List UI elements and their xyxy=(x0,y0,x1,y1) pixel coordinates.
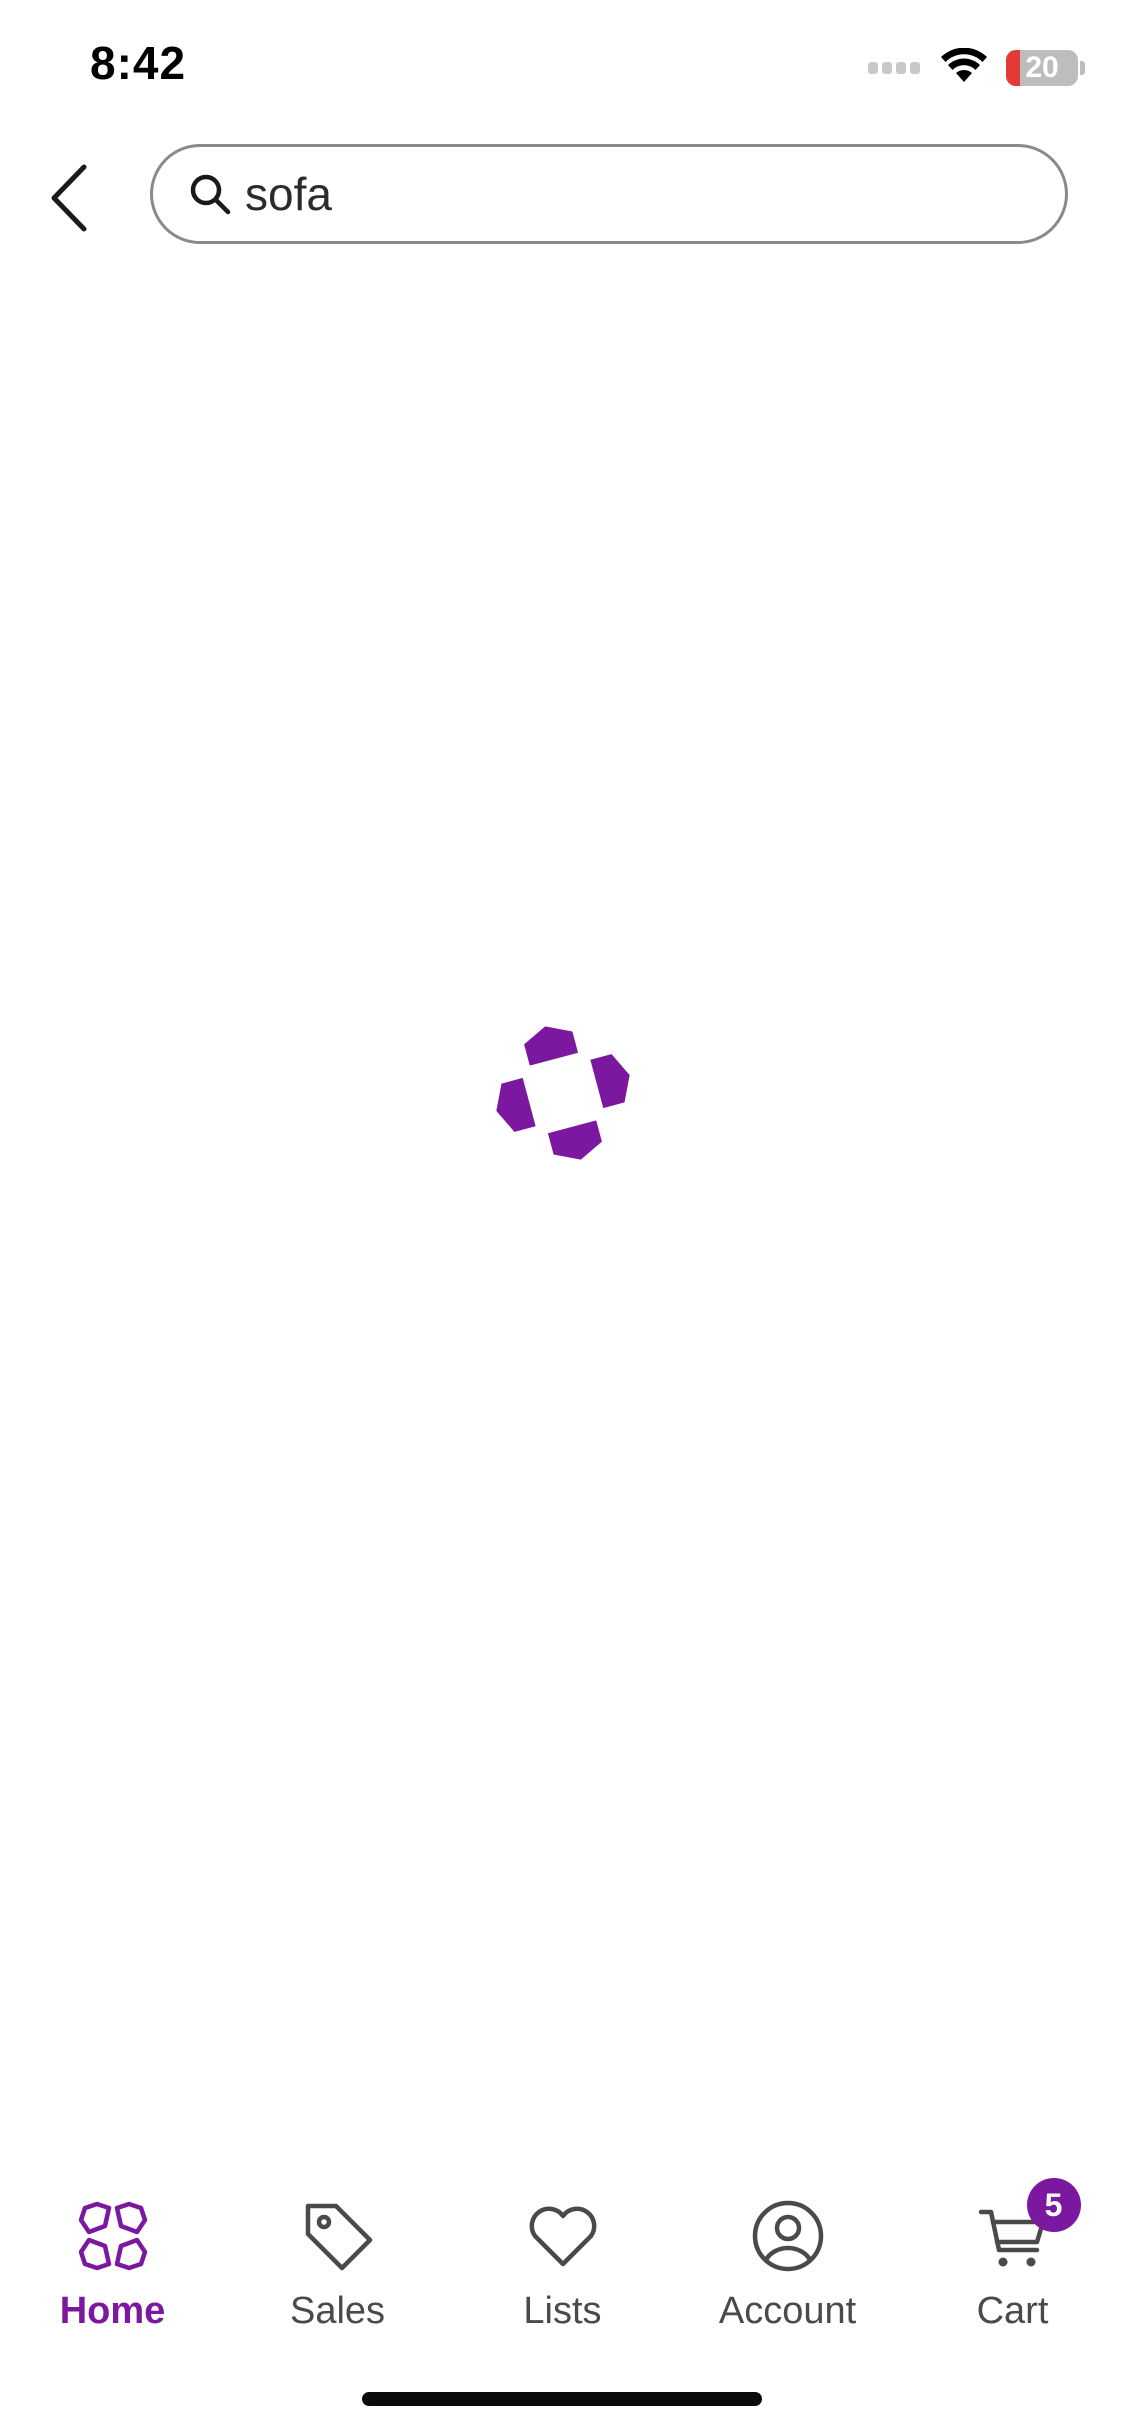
wayfair-spinner-icon xyxy=(488,1026,638,1172)
tab-home-label: Home xyxy=(59,2290,166,2332)
cart-count-badge: 5 xyxy=(1026,2178,1081,2232)
tab-cart[interactable]: 5 Cart xyxy=(900,2178,1125,2340)
tab-lists[interactable]: Lists xyxy=(450,2180,675,2340)
home-indicator[interactable] xyxy=(362,2392,762,2406)
battery-tip xyxy=(1080,61,1085,75)
tab-sales-label: Sales xyxy=(289,2290,386,2332)
search-header: sofa xyxy=(0,140,1125,260)
tag-icon xyxy=(296,2194,380,2278)
account-icon xyxy=(746,2194,830,2278)
back-button[interactable] xyxy=(30,160,110,240)
heart-icon xyxy=(521,2194,605,2278)
status-bar: 8:42 20 xyxy=(0,0,1125,130)
cart-icon: 5 xyxy=(971,2178,1081,2278)
battery-fill xyxy=(1006,50,1021,86)
chevron-left-icon xyxy=(48,163,92,238)
screen: 8:42 20 sofa Home Sales Lists Account 5 … xyxy=(0,0,1125,2436)
battery-level: 20 xyxy=(1025,51,1059,84)
search-bar[interactable]: sofa xyxy=(150,144,1068,244)
battery-icon: 20 xyxy=(1006,50,1078,86)
tab-account[interactable]: Account xyxy=(675,2180,900,2340)
search-icon xyxy=(187,171,233,217)
search-input[interactable]: sofa xyxy=(245,167,332,221)
bottom-tab-bar: Home Sales Lists Account 5 Cart xyxy=(0,2178,1125,2340)
cellular-signal-icon xyxy=(866,56,922,81)
wifi-icon xyxy=(940,47,988,89)
status-time: 8:42 xyxy=(90,37,187,89)
status-icons: 20 xyxy=(866,47,1085,89)
tab-home[interactable]: Home xyxy=(0,2180,225,2340)
tab-lists-label: Lists xyxy=(523,2290,602,2332)
tab-sales[interactable]: Sales xyxy=(225,2180,450,2340)
tab-cart-label: Cart xyxy=(976,2290,1049,2332)
home-icon xyxy=(71,2194,155,2278)
tab-account-label: Account xyxy=(718,2290,857,2332)
loading-spinner xyxy=(488,1018,638,1168)
